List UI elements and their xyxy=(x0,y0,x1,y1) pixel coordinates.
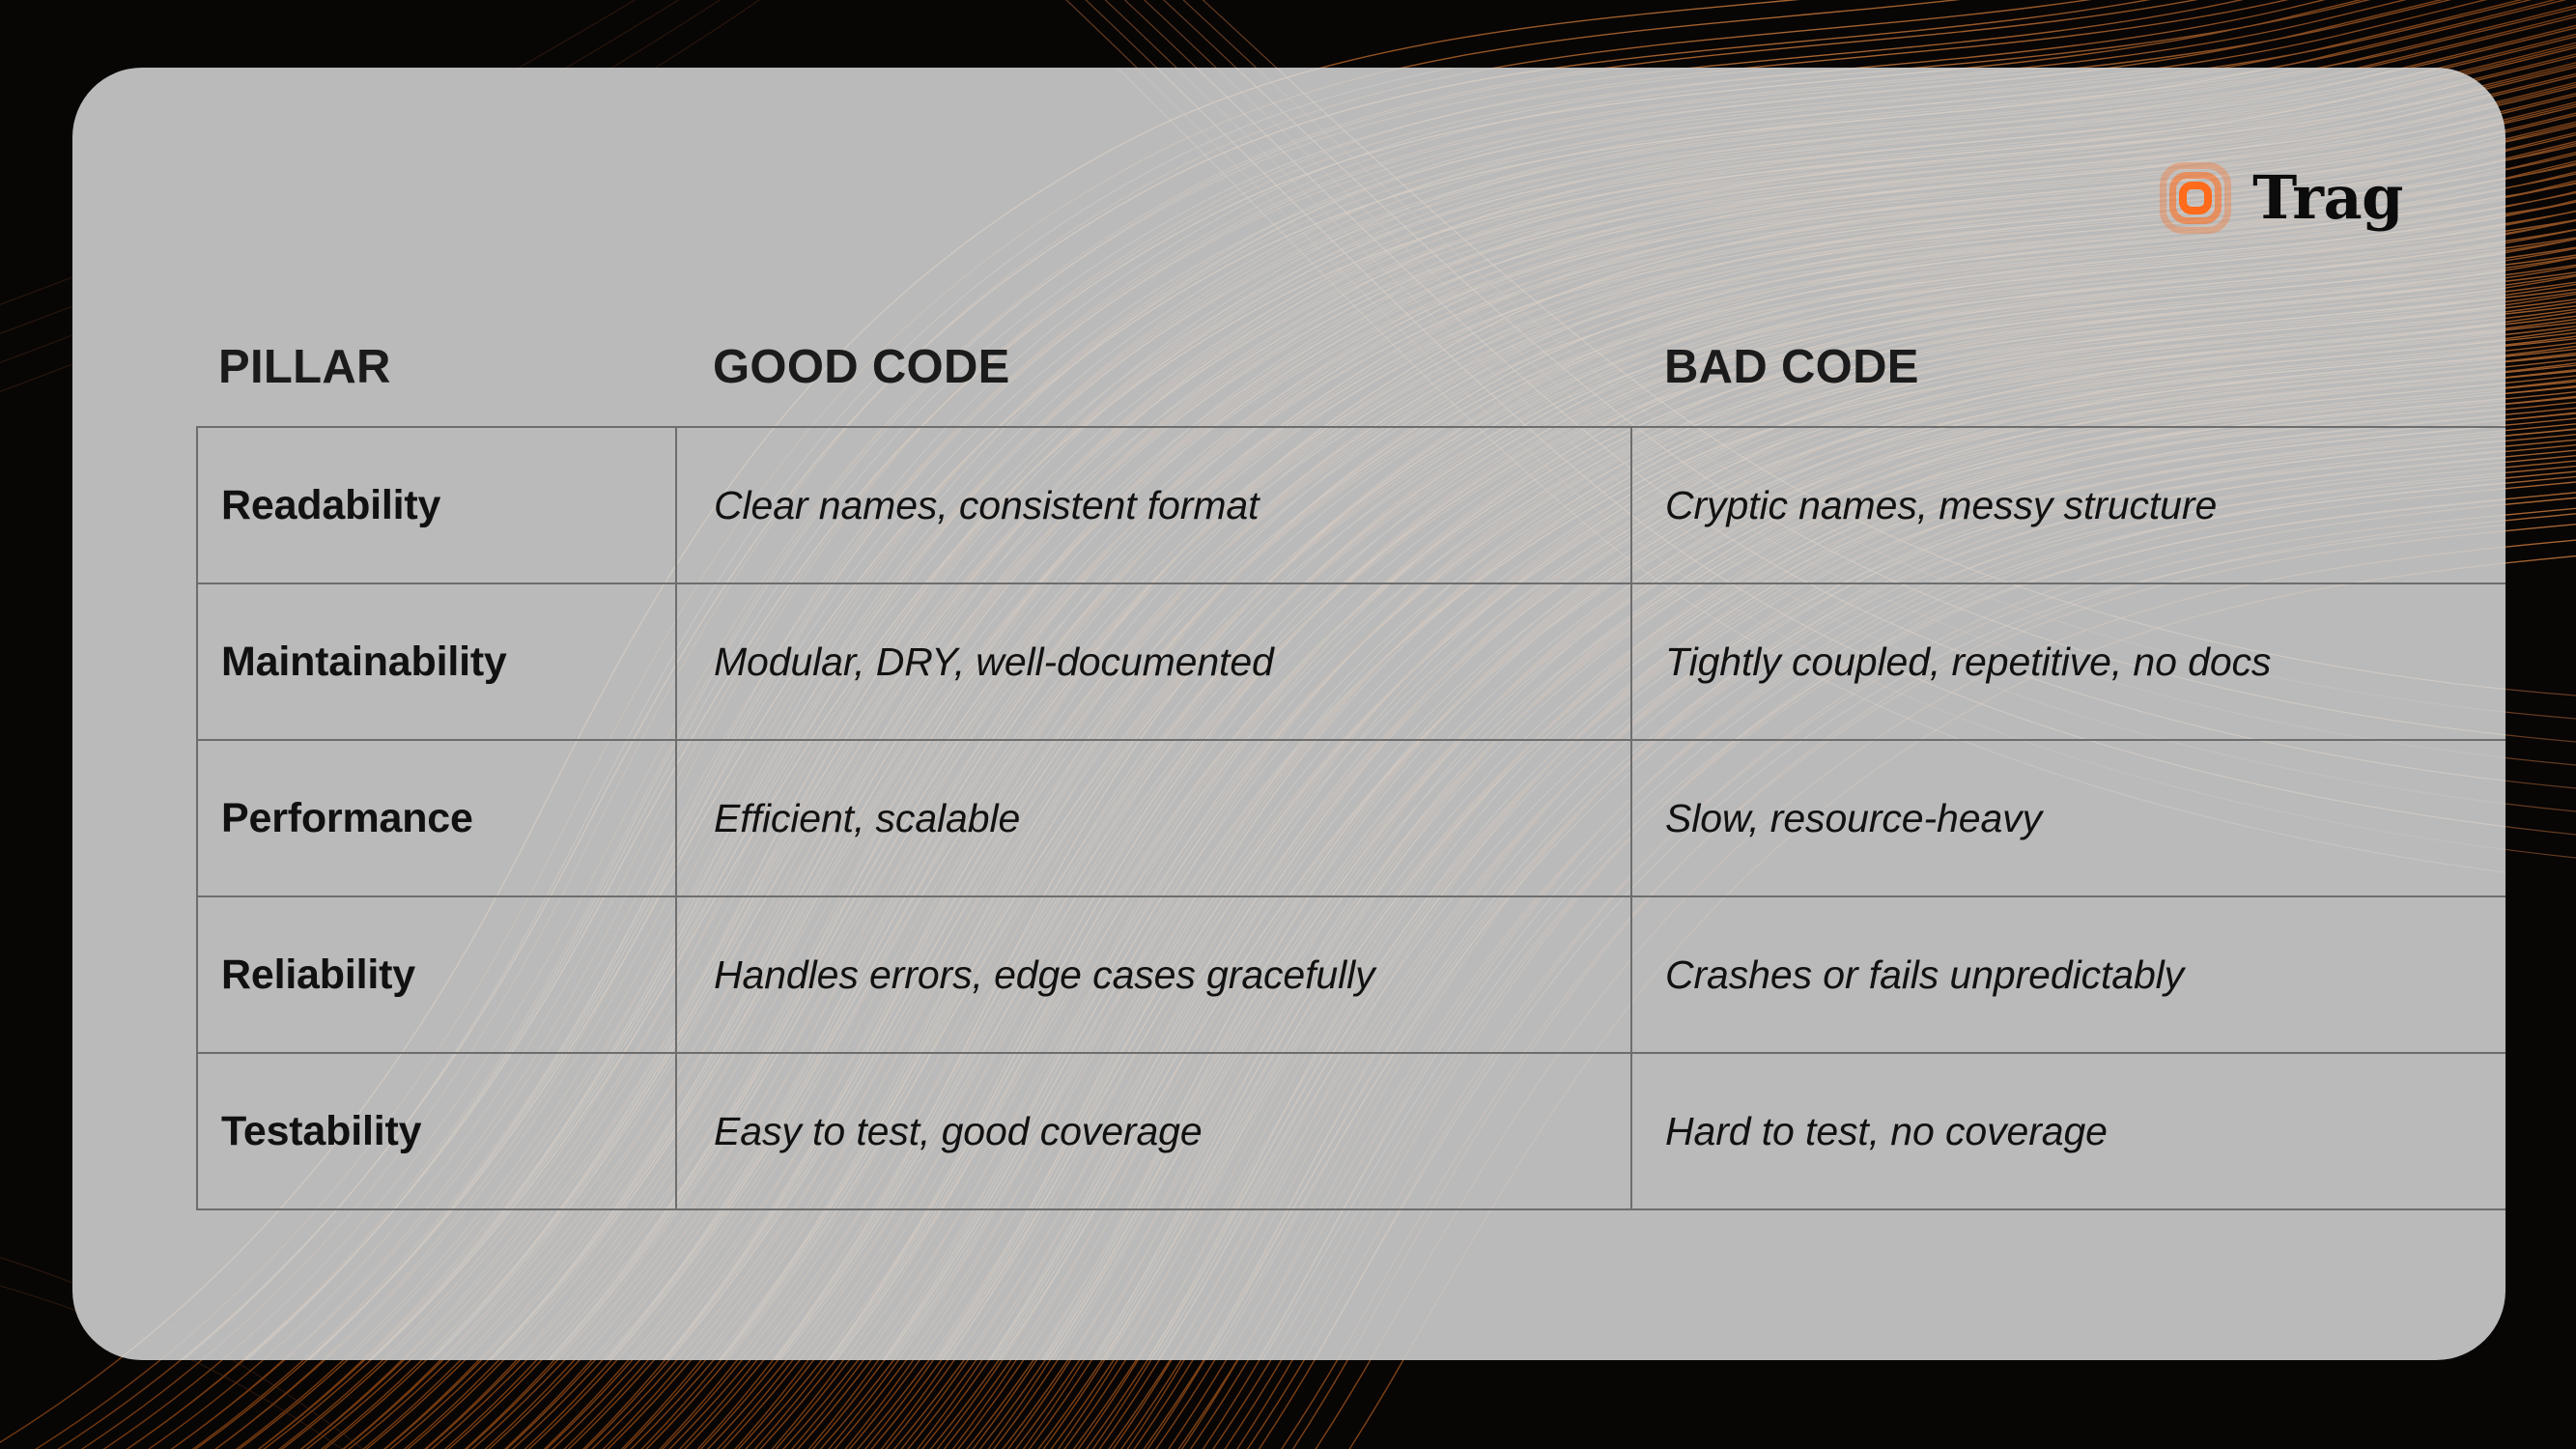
cell-pillar: Testability xyxy=(196,1052,677,1210)
cell-pillar: Readability xyxy=(196,426,677,584)
table-row: Reliability Handles errors, edge cases g… xyxy=(196,895,2505,1054)
table-row: Maintainability Modular, DRY, well-docum… xyxy=(196,582,2505,741)
cell-good-code: Modular, DRY, well-documented xyxy=(675,582,1632,741)
cell-bad-code: Hard to test, no coverage xyxy=(1630,1052,2505,1210)
cell-good-code: Handles errors, edge cases gracefully xyxy=(675,895,1632,1054)
table-row: Readability Clear names, consistent form… xyxy=(196,426,2505,584)
cell-good-code: Clear names, consistent format xyxy=(675,426,1632,584)
code-quality-comparison-table: PILLAR GOOD CODE BAD CODE Readability Cl… xyxy=(196,344,2505,1210)
column-header-pillar: PILLAR xyxy=(218,341,391,393)
table-row: Testability Easy to test, good coverage … xyxy=(196,1052,2505,1210)
content-card: Trag PILLAR GOOD CODE BAD CODE Readabili… xyxy=(72,68,2505,1360)
column-header-bad-code: BAD CODE xyxy=(1664,341,1919,393)
trag-logo-icon xyxy=(2160,162,2232,234)
cell-pillar: Performance xyxy=(196,739,677,897)
column-header-good-code: GOOD CODE xyxy=(713,341,1010,393)
slide-canvas: Trag PILLAR GOOD CODE BAD CODE Readabili… xyxy=(0,0,2576,1449)
cell-bad-code: Crashes or fails unpredictably xyxy=(1630,895,2505,1054)
cell-good-code: Efficient, scalable xyxy=(675,739,1632,897)
table-row: Performance Efficient, scalable Slow, re… xyxy=(196,739,2505,897)
cell-pillar: Reliability xyxy=(196,895,677,1054)
brand-lockup: Trag xyxy=(2160,162,2403,234)
brand-name: Trag xyxy=(2252,162,2403,233)
cell-bad-code: Cryptic names, messy structure xyxy=(1630,426,2505,584)
table-header: PILLAR GOOD CODE BAD CODE xyxy=(197,344,2505,427)
cell-bad-code: Tightly coupled, repetitive, no docs xyxy=(1630,582,2505,741)
cell-pillar: Maintainability xyxy=(196,582,677,741)
comparison-table-container: PILLAR GOOD CODE BAD CODE Readability Cl… xyxy=(196,344,2505,1210)
table-body: Readability Clear names, consistent form… xyxy=(196,426,2505,1210)
cell-bad-code: Slow, resource-heavy xyxy=(1630,739,2505,897)
table-header-row: PILLAR GOOD CODE BAD CODE xyxy=(197,344,2505,427)
cell-good-code: Easy to test, good coverage xyxy=(675,1052,1632,1210)
